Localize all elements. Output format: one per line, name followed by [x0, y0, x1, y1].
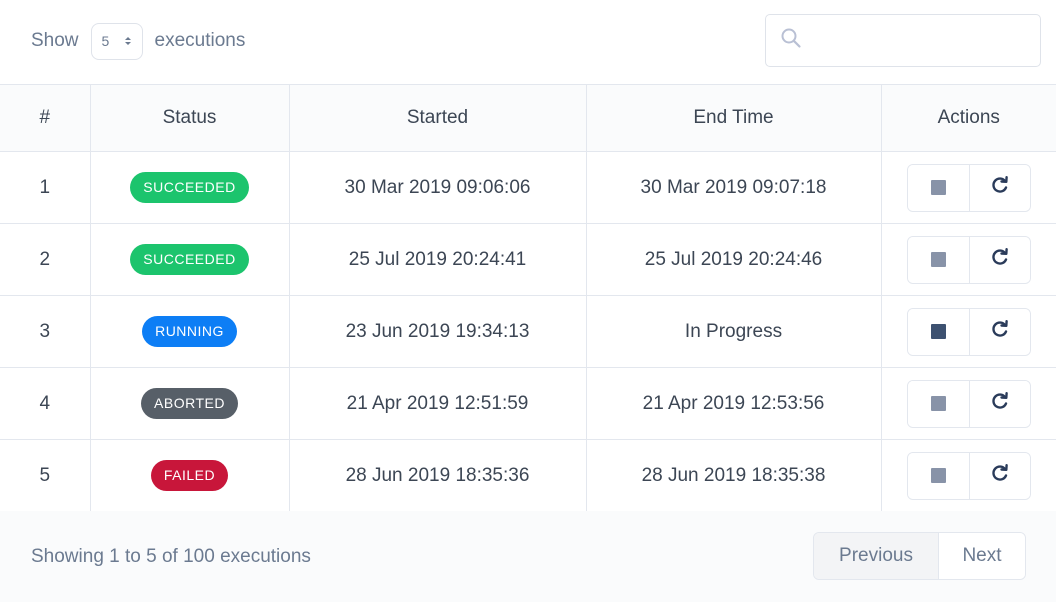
actions-cell — [880, 295, 1056, 368]
pagination-summary: Showing 1 to 5 of 100 executions — [31, 546, 311, 567]
table-row: 2 SUCCEEDED 25 Jul 2019 20:24:41 25 Jul 201… — [0, 223, 1056, 296]
column-header-number[interactable]: # — [0, 84, 91, 152]
rerun-icon — [990, 319, 1010, 345]
actions-cell — [880, 367, 1056, 440]
actions-cell — [880, 223, 1056, 296]
status-badge: FAILED — [150, 460, 229, 491]
started-time: 23 Jun 2019 19:34:13 — [288, 295, 587, 368]
started-time: 30 Mar 2019 09:06:06 — [288, 151, 587, 224]
status-cell: SUCCEEDED — [89, 223, 290, 296]
row-number: 4 — [0, 367, 91, 440]
actions-cell — [880, 151, 1056, 224]
search-icon — [780, 27, 802, 54]
column-header-status[interactable]: Status — [89, 84, 290, 152]
stop-icon — [930, 396, 946, 411]
action-group — [906, 451, 1031, 500]
action-group — [906, 163, 1031, 212]
end-time: 30 Mar 2019 09:07:18 — [585, 151, 882, 224]
page-size-control: Show 5 executions — [31, 22, 245, 60]
rerun-icon — [990, 175, 1010, 201]
table-toolbar: Show 5 executions — [0, 0, 1056, 84]
table-row: 5 FAILED 28 Jun 2019 18:35:36 28 Jun 2019 1… — [0, 439, 1056, 512]
pagination: Previous Next — [813, 532, 1026, 580]
show-label: Show — [31, 30, 79, 51]
status-badge: SUCCEEDED — [130, 244, 249, 275]
table-footer: Showing 1 to 5 of 100 executions Previou… — [0, 511, 1056, 602]
stop-icon — [930, 252, 946, 267]
started-time: 28 Jun 2019 18:35:36 — [288, 439, 587, 512]
rerun-button[interactable] — [968, 380, 1030, 427]
stop-icon — [930, 468, 946, 483]
stop-button[interactable] — [907, 308, 969, 355]
row-number: 3 — [0, 295, 91, 368]
rerun-icon — [990, 391, 1010, 417]
entity-label: executions — [154, 30, 246, 51]
rerun-button[interactable] — [968, 452, 1030, 499]
action-group — [906, 379, 1031, 428]
rerun-icon — [990, 247, 1010, 273]
status-badge: ABORTED — [141, 388, 238, 419]
rerun-button[interactable] — [968, 164, 1030, 211]
table-row: 4 ABORTED 21 Apr 2019 12:51:59 21 Apr 2019 … — [0, 367, 1056, 440]
row-number: 1 — [0, 151, 91, 224]
status-cell: SUCCEEDED — [89, 151, 290, 224]
next-button[interactable]: Next — [938, 533, 1025, 579]
end-time: 21 Apr 2019 12:53:56 — [585, 367, 882, 440]
row-number: 5 — [0, 439, 91, 512]
end-time: 28 Jun 2019 18:35:38 — [585, 439, 882, 512]
rerun-icon — [990, 463, 1010, 489]
stop-button[interactable] — [907, 380, 969, 427]
stop-icon — [930, 324, 946, 339]
started-time: 21 Apr 2019 12:51:59 — [288, 367, 587, 440]
started-time: 25 Jul 2019 20:24:41 — [288, 223, 587, 296]
page-size-value: 5 — [101, 33, 110, 49]
stop-icon — [930, 180, 946, 195]
table-row: 1 SUCCEEDED 30 Mar 2019 09:06:06 30 Mar 201… — [0, 151, 1056, 224]
status-cell: FAILED — [89, 439, 290, 512]
status-cell: ABORTED — [89, 367, 290, 440]
search-box[interactable] — [765, 14, 1041, 67]
row-number: 2 — [0, 223, 91, 296]
status-cell: RUNNING — [89, 295, 290, 368]
stop-button[interactable] — [907, 164, 969, 211]
action-group — [906, 307, 1031, 356]
table-header-row: # Status Started End Time Actions — [0, 84, 1056, 152]
executions-table: # Status Started End Time Actions 1 SUCCE… — [0, 84, 1056, 512]
page-size-select[interactable]: 5 — [90, 22, 143, 60]
rerun-button[interactable] — [968, 236, 1030, 283]
rerun-button[interactable] — [968, 308, 1030, 355]
status-badge: SUCCEEDED — [130, 172, 249, 203]
stop-button[interactable] — [907, 452, 969, 499]
stop-button[interactable] — [907, 236, 969, 283]
status-badge: RUNNING — [142, 316, 237, 347]
column-header-started[interactable]: Started — [288, 84, 587, 152]
end-time: In Progress — [585, 295, 882, 368]
select-arrows-icon — [124, 37, 131, 45]
table-row: 3 RUNNING 23 Jun 2019 19:34:13 In Progress — [0, 295, 1056, 368]
action-group — [906, 235, 1031, 284]
column-header-actions: Actions — [880, 84, 1056, 152]
search-input[interactable] — [810, 15, 1040, 66]
column-header-end-time[interactable]: End Time — [585, 84, 882, 152]
actions-cell — [880, 439, 1056, 512]
end-time: 25 Jul 2019 20:24:46 — [585, 223, 882, 296]
previous-button[interactable]: Previous — [814, 533, 938, 579]
